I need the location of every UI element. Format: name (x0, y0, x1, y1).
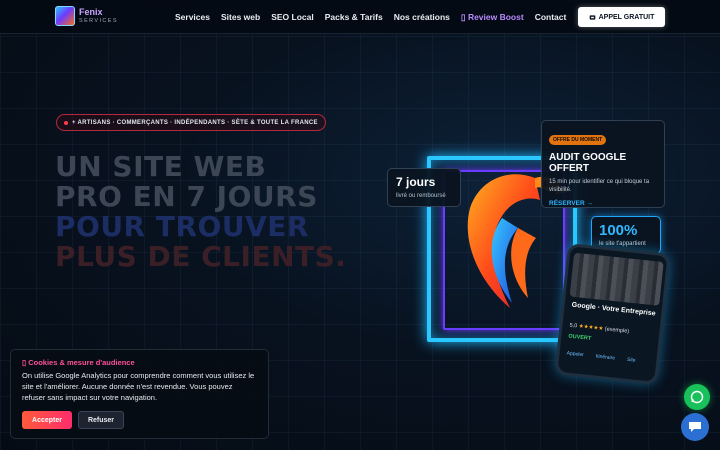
nav-nos-creations[interactable]: Nos créations (394, 12, 450, 23)
offer-card: OFFRE DU MOMENT AUDIT GOOGLE OFFERT 15 m… (541, 120, 665, 208)
hero-headline: UN SITE WEB PRO EN 7 JOURS POUR TROUVER … (55, 152, 346, 272)
headline-line-3: POUR TROUVER (55, 210, 309, 243)
logo-subtitle: SERVICES (79, 17, 118, 24)
action-site: Site (626, 356, 636, 364)
business-photo (569, 252, 664, 306)
rating-stars-icon: ★★★★★ (578, 323, 604, 333)
nav-contact[interactable]: Contact (535, 12, 567, 23)
delivery-card: 7 jours livré ou remboursé (387, 168, 461, 207)
whatsapp-button[interactable] (684, 384, 710, 410)
offer-tag: OFFRE DU MOMENT (549, 135, 607, 145)
ownership-title: 100% (599, 222, 638, 239)
phone-icon (589, 14, 595, 20)
audience-pill: + ARTISANS · COMMERÇANTS · INDÉPENDANTS … (56, 114, 326, 131)
top-navbar: Fenix SERVICES Services Sites web SEO Lo… (0, 0, 720, 34)
audience-pill-text: + ARTISANS · COMMERÇANTS · INDÉPENDANTS … (72, 119, 318, 126)
business-rating: 5,0 ★★★★★ (exemple) (569, 323, 629, 335)
logo-name: Fenix (79, 6, 103, 17)
chat-button[interactable] (681, 413, 709, 441)
chat-icon (689, 422, 701, 432)
whatsapp-icon (690, 390, 704, 404)
nav-links: Services Sites web SEO Local Packs & Tar… (175, 12, 566, 23)
rating-value: 5,0 (569, 322, 578, 330)
pill-dot-icon (64, 120, 68, 125)
nav-seo-local[interactable]: SEO Local (271, 12, 314, 23)
cookie-banner: ▯ Cookies & mesure d'audience On utilise… (10, 349, 269, 439)
nav-services[interactable]: Services (175, 12, 210, 23)
headline-line-4: PLUS DE CLIENTS. (55, 240, 347, 273)
rating-note: (exemple) (604, 326, 630, 335)
delivery-title: 7 jours (396, 175, 436, 189)
refuse-cookies-button[interactable]: Refuser (78, 411, 124, 429)
logo-mark-icon (55, 6, 75, 26)
logo-text: Fenix SERVICES (79, 6, 118, 25)
headline-line-2: PRO EN 7 JOURS (55, 180, 318, 213)
action-call: Appeler (566, 350, 585, 359)
open-status: OUVERT (568, 333, 592, 342)
offer-description: 15 min pour identifier ce qui bloque ta … (549, 179, 650, 193)
call-free-button[interactable]: APPEL GRATUIT (578, 7, 665, 27)
offer-title: AUDIT GOOGLE OFFERT (549, 152, 627, 174)
action-directions: Itinéraire (595, 353, 616, 362)
phone-mockup: Google · Votre Entreprise 5,0 ★★★★★ (exe… (554, 242, 671, 386)
headline-line-1: UN SITE WEB (55, 150, 267, 183)
cookie-title: ▯ Cookies & mesure d'audience (22, 358, 135, 367)
cookie-buttons: Accepter Refuser (22, 411, 257, 429)
nav-packs-tarifs[interactable]: Packs & Tarifs (325, 12, 383, 23)
reserve-link[interactable]: RÉSERVER → (549, 200, 657, 207)
nav-sites-web[interactable]: Sites web (221, 12, 260, 23)
call-free-label: APPEL GRATUIT (598, 13, 655, 21)
business-actions: Appeler Itinéraire Site (566, 350, 636, 363)
nav-review-boost[interactable]: ▯ Review Boost (461, 12, 524, 23)
logo[interactable]: Fenix SERVICES (55, 6, 118, 26)
delivery-subtitle: livré ou remboursé (396, 193, 446, 199)
cookie-text: On utilise Google Analytics pour compren… (22, 371, 255, 402)
accept-cookies-button[interactable]: Accepter (22, 411, 72, 429)
